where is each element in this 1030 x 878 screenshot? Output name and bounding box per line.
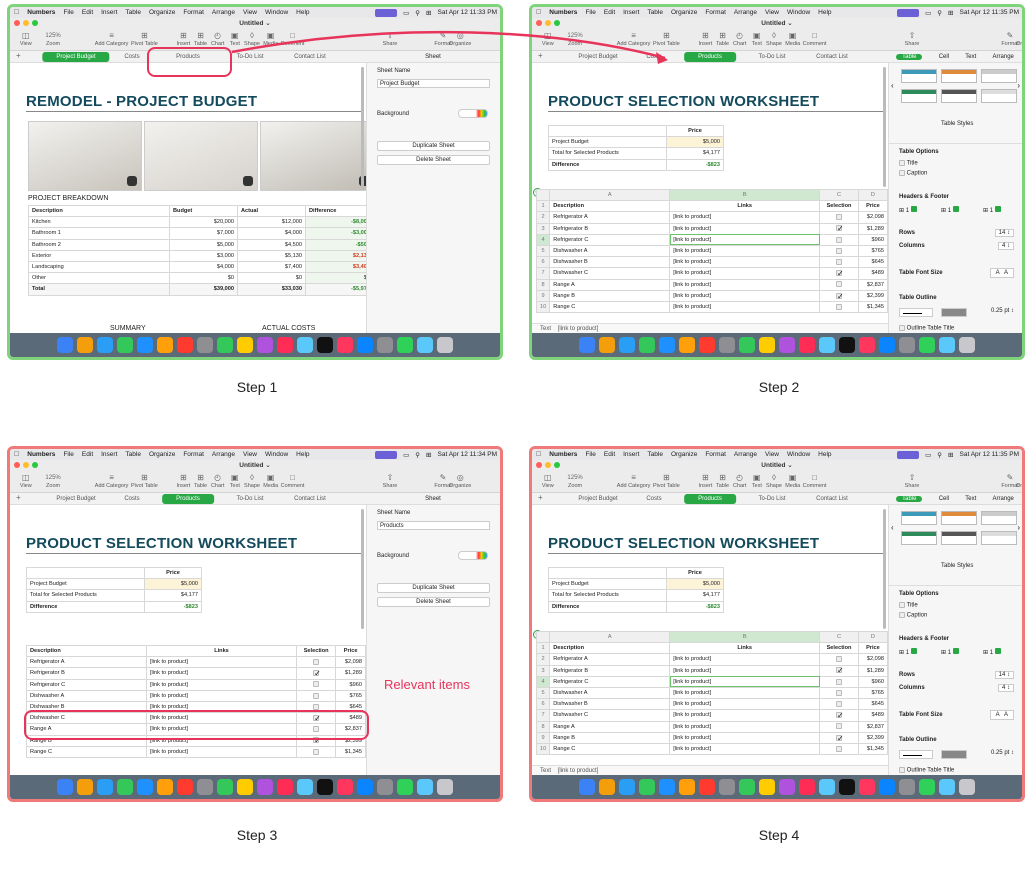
relevant-items-highlight <box>24 710 369 740</box>
relevant-items-label: Relevant items <box>384 677 470 692</box>
arrow-annotation <box>231 30 668 64</box>
